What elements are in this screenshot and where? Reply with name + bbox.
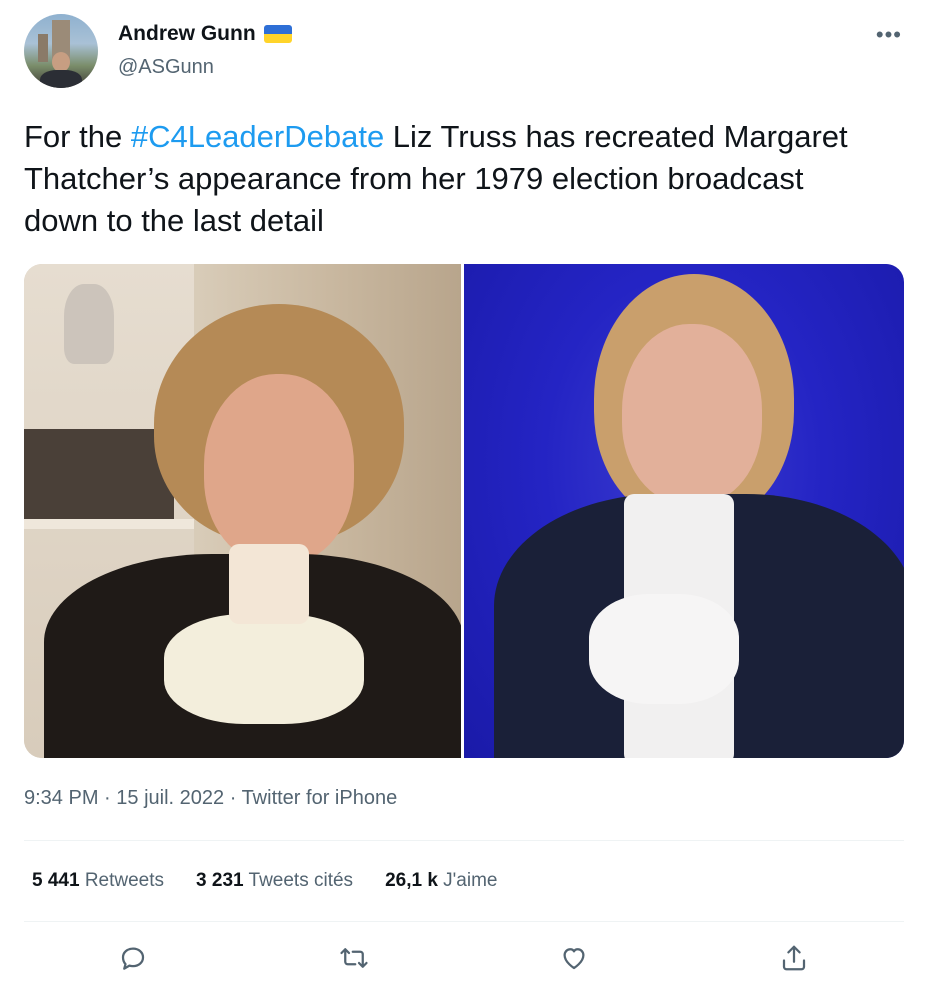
ukraine-flag-icon [263,25,292,43]
quote-tweets-count: 3 231 [196,870,244,891]
tweet-actions [24,936,904,980]
share-icon [782,945,806,971]
portrait-bow [164,614,364,724]
avatar-body [40,70,82,88]
retweet-button[interactable] [332,936,376,980]
tweet-source[interactable]: Twitter for iPhone [242,787,398,809]
tweet-meta: 9:34 PM · 15 juil. 2022 · Twitter for iP… [24,787,397,810]
media-photo-right[interactable] [464,264,904,758]
author-name-row: Andrew Gunn [118,22,292,46]
author-display-name[interactable]: Andrew Gunn [118,22,256,46]
retweets-stat[interactable]: 5 441 Retweets [32,870,164,892]
avatar-face [52,52,70,72]
portrait-face [622,324,762,504]
more-options-icon[interactable]: ••• [876,22,902,48]
reply-button[interactable] [111,936,155,980]
divider [24,921,904,922]
tweet-time[interactable]: 9:34 PM [24,787,98,809]
retweets-label: Retweets [84,870,165,891]
share-button[interactable] [772,936,816,980]
retweets-count: 5 441 [32,870,80,891]
avatar[interactable] [24,14,98,88]
author-handle[interactable]: @ASGunn [118,56,214,79]
portrait-face [204,374,354,564]
likes-label: J'aime [443,870,498,891]
tweet-text-start: For the [24,119,131,154]
tweet-text: For the #C4LeaderDebate Liz Truss has re… [24,116,884,242]
meta-separator: · [224,787,242,809]
retweet-icon [340,948,368,968]
tweet-media [24,264,904,758]
likes-stat[interactable]: 26,1 k J'aime [385,870,497,892]
portrait-collar [229,544,309,624]
reply-icon [121,947,145,970]
quote-tweets-label: Tweets cités [248,870,354,891]
hashtag-link[interactable]: #C4LeaderDebate [131,119,384,154]
quote-tweets-stat[interactable]: 3 231 Tweets cités [196,870,353,892]
tweet-date[interactable]: 15 juil. 2022 [116,787,224,809]
portrait-bow [589,594,739,704]
avatar-building [38,34,48,62]
likes-count: 26,1 k [385,870,438,891]
meta-separator: · [98,787,117,809]
like-button[interactable] [552,936,596,980]
divider [24,840,904,841]
like-icon [563,948,585,970]
media-photo-left[interactable] [24,264,461,758]
tweet-stats: 5 441 Retweets 3 231 Tweets cités 26,1 k… [32,870,497,892]
